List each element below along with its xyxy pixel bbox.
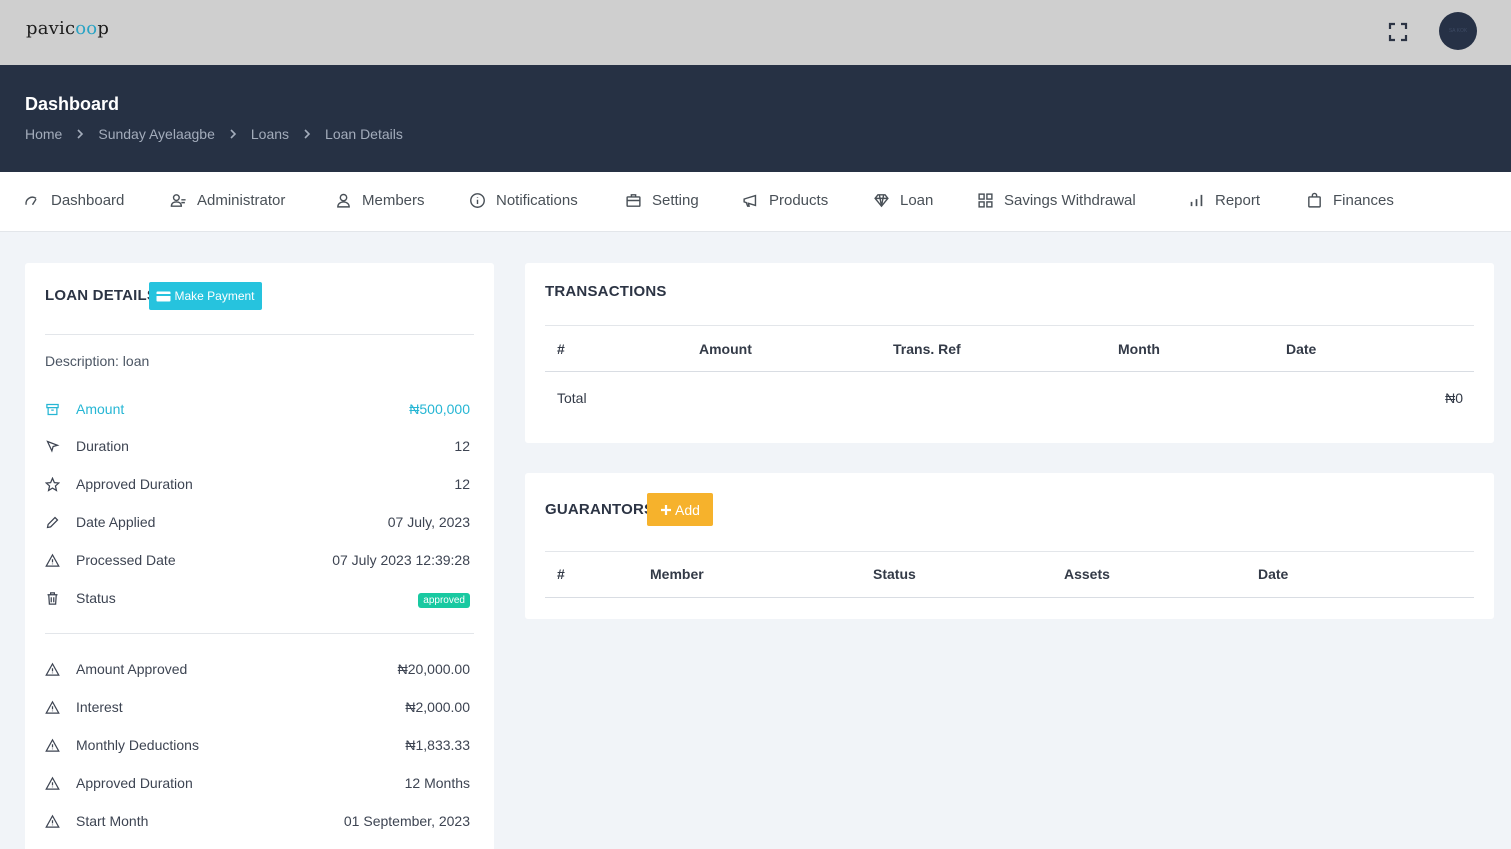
page-title: Dashboard [25,94,120,114]
status-badge: approved [418,593,470,608]
app-logo[interactable]: pavicoop [26,18,109,39]
divider [45,334,474,335]
nav-administrator[interactable]: Administrator [170,192,285,209]
warning-icon [45,814,67,829]
archive-icon [45,402,67,417]
breadcrumb-loans[interactable]: Loans [251,126,289,142]
briefcase-icon [626,194,641,207]
detail-row-amount-approved: Amount Approved ₦20,000.00 [45,659,470,679]
pencil-icon [45,515,67,530]
detail-row-approved-duration: Approved Duration 12 [45,474,470,494]
shopping-bag-icon [1308,192,1321,208]
warning-icon [45,700,67,715]
detail-row-amount: Amount ₦500,000 [45,399,470,419]
breadcrumb-member[interactable]: Sunday Ayelaagbe [98,126,215,142]
grid-icon [978,193,993,208]
detail-row-start-month: Start Month 01 September, 2023 [45,811,470,831]
column-header: Month [1118,341,1160,357]
megaphone-icon [743,194,757,207]
diamond-icon [874,194,889,208]
detail-row-interest: Interest ₦2,000.00 [45,697,470,717]
nav-loan[interactable]: Loan [873,192,933,209]
guarantors-card: GUARANTORS Add # Member Status Assets Da… [525,473,1494,619]
bar-chart-icon [1190,194,1203,207]
column-header: Date [1286,341,1317,357]
user-avatar[interactable]: SA KOK [1439,12,1477,50]
credit-card-icon [156,291,171,301]
plus-icon [661,504,672,515]
users-icon [170,194,186,207]
nav-report[interactable]: Report [1188,192,1260,209]
guarantors-title: GUARANTORS [545,501,655,518]
chevron-right-icon [74,128,86,140]
top-bar: pavicoop SA KOK [0,0,1511,65]
divider [545,371,1474,372]
divider [545,597,1474,598]
column-header: # [557,566,565,582]
warning-icon [45,662,67,677]
nav-members[interactable]: Members [335,192,425,209]
main-nav: Dashboard Administrator Members Notifica… [0,172,1511,232]
warning-icon [45,738,67,753]
transactions-title: TRANSACTIONS [545,283,667,300]
page-header: Dashboard Home Sunday Ayelaagbe Loans Lo… [0,65,1511,172]
nav-products[interactable]: Products [742,192,828,209]
column-header: Trans. Ref [893,341,961,357]
nav-savings-withdrawal[interactable]: Savings Withdrawal [977,192,1136,209]
chevron-right-icon [227,128,239,140]
loan-details-title: LOAN DETAILS [45,287,158,304]
warning-icon [45,553,67,568]
loan-description: Description: loan [45,353,150,369]
nav-dashboard[interactable]: Dashboard [24,192,124,209]
total-label: Total [557,390,587,406]
divider [45,633,474,634]
column-header: Member [650,566,704,582]
add-guarantor-button[interactable]: Add [647,493,713,526]
column-header: Date [1258,566,1289,582]
trash-icon [45,591,67,606]
detail-row-approved-duration-months: Approved Duration 12 Months [45,773,470,793]
transactions-card: TRANSACTIONS # Amount Trans. Ref Month D… [525,263,1494,443]
divider [545,325,1474,326]
nav-setting[interactable]: Setting [625,192,699,209]
divider [545,551,1474,552]
column-header: # [557,341,565,357]
info-icon [470,193,485,208]
breadcrumb: Home Sunday Ayelaagbe Loans Loan Details [25,126,403,142]
detail-row-duration: Duration 12 [45,436,470,456]
breadcrumb-loan-details: Loan Details [325,126,403,142]
detail-row-date-applied: Date Applied 07 July, 2023 [45,512,470,532]
speedometer-icon [25,196,37,206]
detail-row-status: Status approved [45,588,470,608]
column-header: Assets [1064,566,1110,582]
make-payment-button[interactable]: Make Payment [149,282,262,310]
loan-details-card: LOAN DETAILS Make Payment Description: l… [25,263,494,849]
chevron-right-icon [301,128,313,140]
navigation-icon [45,439,67,454]
fullscreen-icon[interactable] [1386,20,1410,44]
detail-row-processed-date: Processed Date 07 July 2023 12:39:28 [45,550,470,570]
detail-row-monthly-deductions: Monthly Deductions ₦1,833.33 [45,735,470,755]
user-icon [337,193,350,208]
nav-finances[interactable]: Finances [1306,192,1394,209]
warning-icon [45,776,67,791]
column-header: Status [873,566,916,582]
breadcrumb-home[interactable]: Home [25,126,62,142]
total-value: ₦0 [1445,390,1463,406]
column-header: Amount [699,341,752,357]
star-icon [45,476,67,492]
nav-notifications[interactable]: Notifications [469,192,578,209]
